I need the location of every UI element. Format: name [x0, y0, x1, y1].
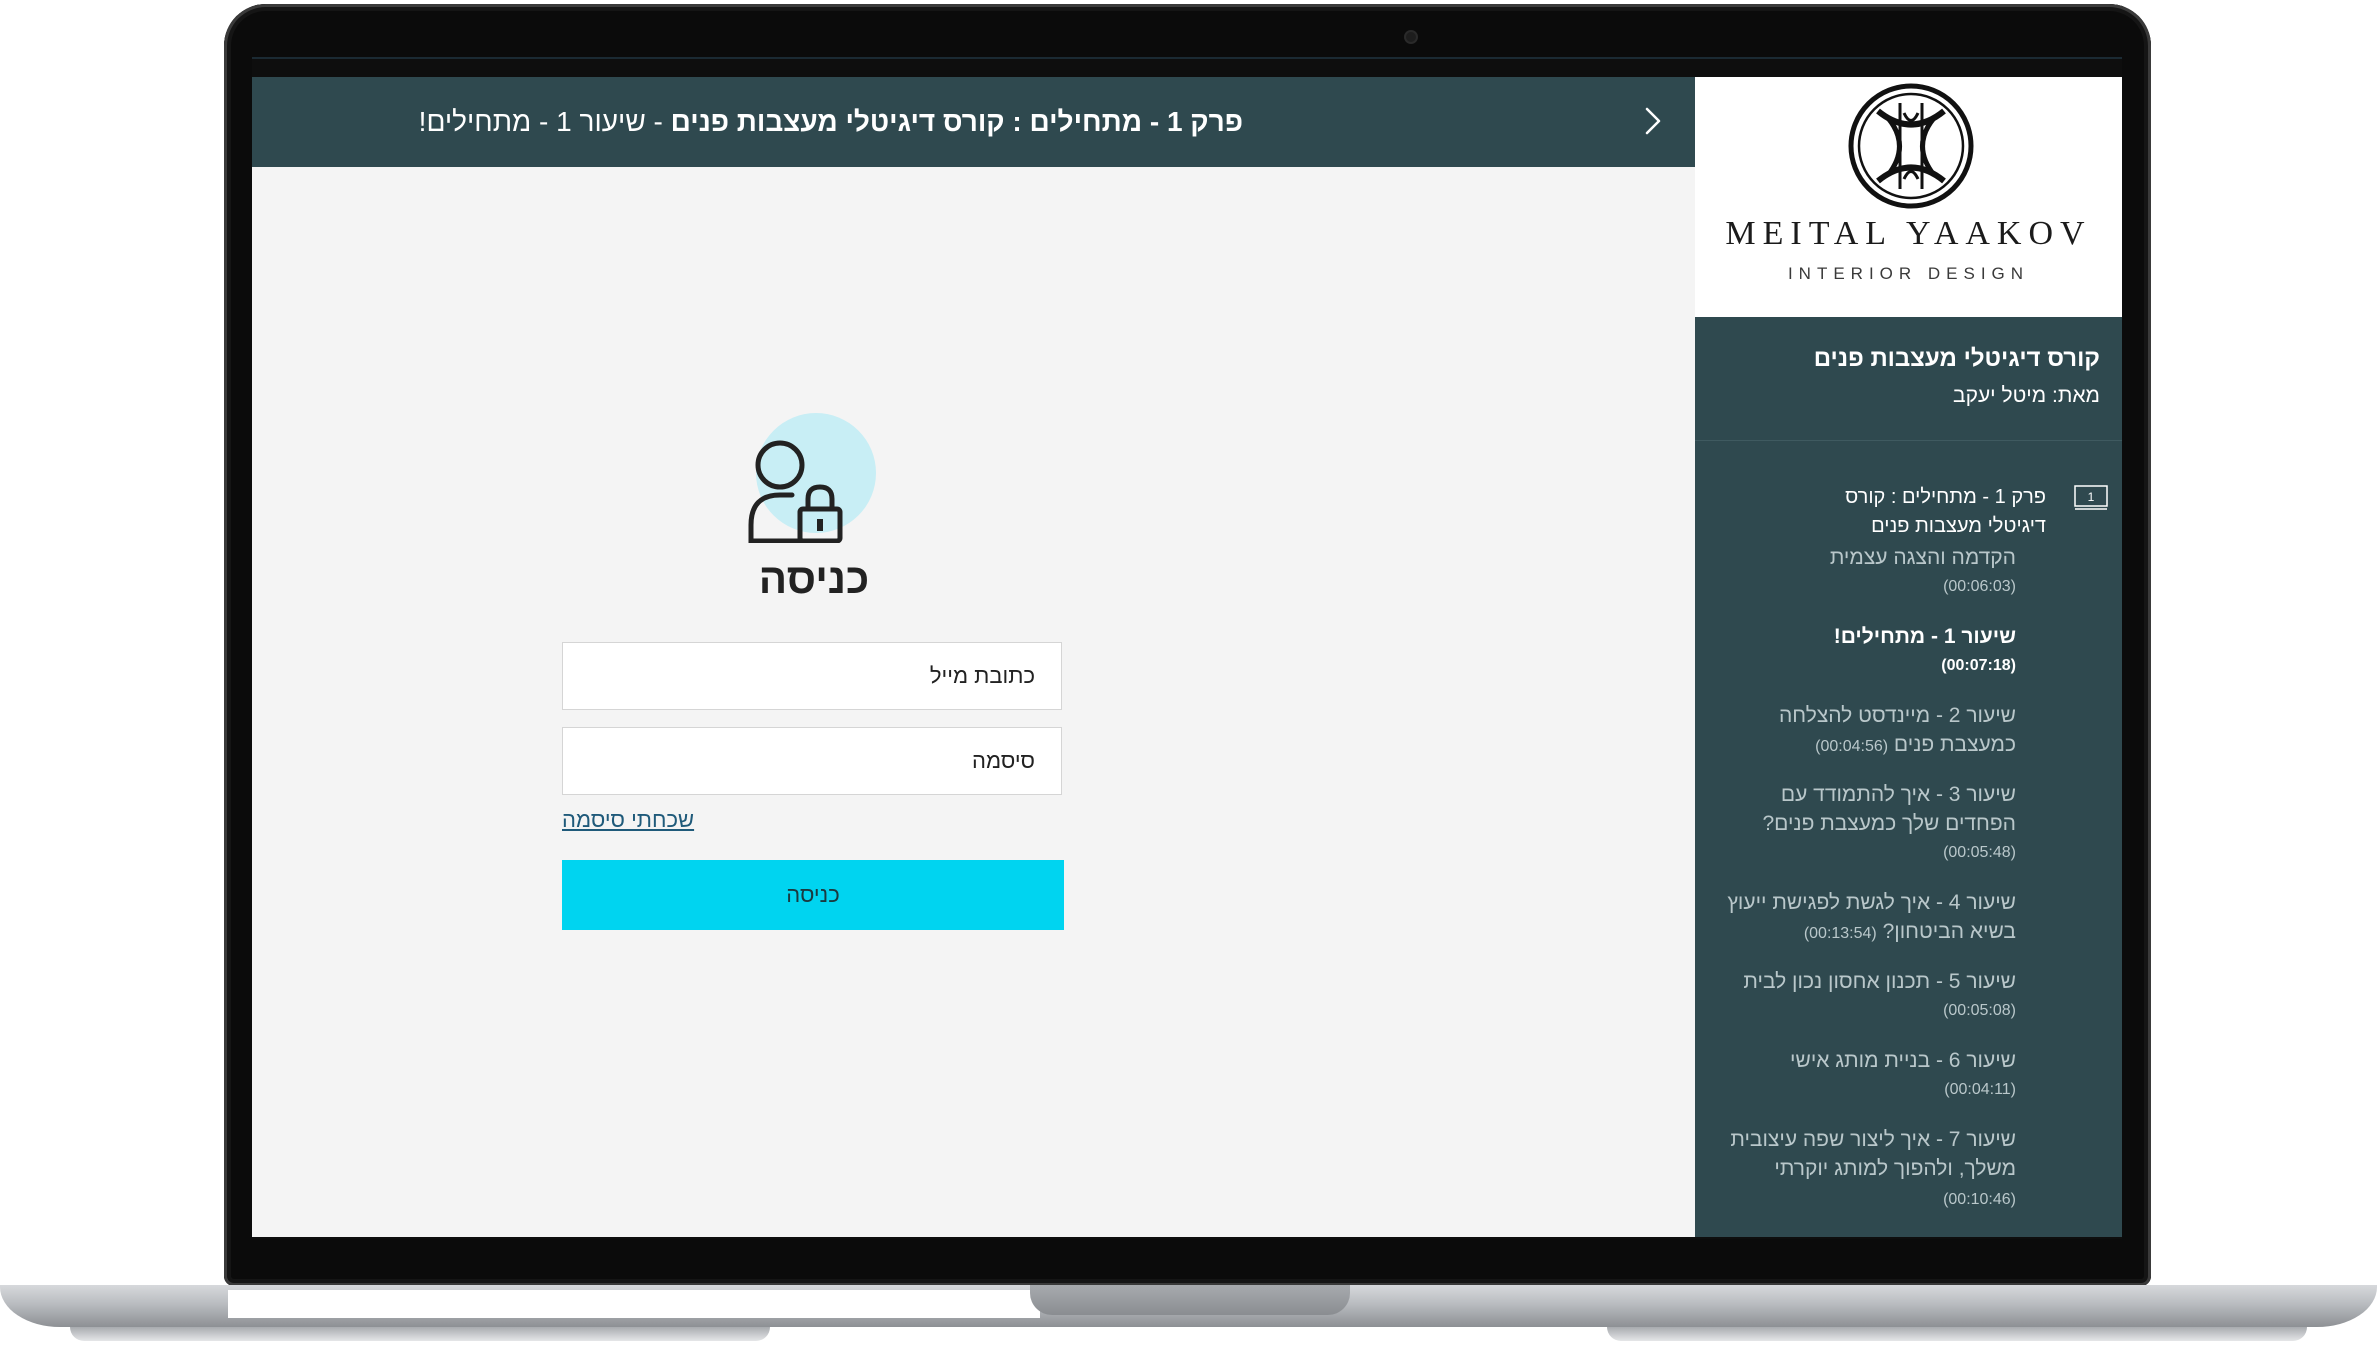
monitor-icon: 1 [2074, 485, 2108, 511]
login-button[interactable]: כניסה [562, 860, 1064, 930]
lesson-title-lesson: - שיעור 1 - מתחילים! [418, 106, 671, 137]
chapter-number: 1 [2088, 490, 2095, 504]
lesson-header: פרק 1 - מתחילים : קורס דיגיטלי מעצבות פנ… [252, 77, 1695, 167]
lesson-duration: (00:07:18) [1941, 657, 2016, 674]
lesson-title: שיעור 1 - מתחילים! [1833, 625, 2016, 648]
lesson-item[interactable]: שיעור 5 - תכנון אחסון נכון לבית (00:05:0… [1726, 967, 2016, 1025]
lesson-duration: (00:04:11) [1944, 1081, 2016, 1098]
laptop-base-highlight [228, 1290, 1040, 1318]
lesson-title: שיעור 6 - בניית מותג אישי [1790, 1049, 2016, 1072]
user-lock-icon [748, 413, 878, 546]
lesson-item[interactable]: שיעור 6 - בניית מותג אישי (00:04:11) [1726, 1046, 2016, 1104]
lesson-duration: (00:05:08) [1943, 1002, 2016, 1019]
lesson-item[interactable]: שיעור 7 - איך ליצור שפה עיצובית משלך, ול… [1726, 1125, 2016, 1214]
login-heading: כניסה [758, 555, 870, 602]
lesson-duration: (00:05:48) [1943, 844, 2016, 861]
lesson-duration: (00:13:54) [1803, 925, 1877, 942]
lesson-title-chapter: פרק 1 - מתחילים : קורס דיגיטלי מעצבות פנ… [670, 106, 1243, 137]
brand-subtitle: INTERIOR DESIGN [1787, 264, 2030, 283]
screen: פרק 1 - מתחילים : קורס דיגיטלי מעצבות פנ… [252, 57, 2122, 1239]
sidebar-divider [1695, 440, 2122, 441]
lesson-title: שיעור 3 - איך להתמודד עם הפחדים שלך כמעצ… [1762, 783, 2016, 835]
chevron-right-icon[interactable] [1633, 101, 1673, 141]
laptop-foot-right [1607, 1327, 2307, 1341]
lesson-item[interactable]: שיעור 3 - איך להתמודד עם הפחדים שלך כמעצ… [1726, 780, 2016, 867]
lesson-item[interactable]: הקדמה והצגה עצמית (00:06:03) [1726, 543, 2016, 601]
lesson-title: שיעור 4 - איך לגשת לפגישת ייעוץ בשיא הבי… [1727, 891, 2016, 943]
lesson-item-active[interactable]: שיעור 1 - מתחילים! (00:07:18) [1726, 622, 2016, 680]
lesson-title: הקדמה והצגה עצמית [1829, 546, 2016, 569]
lesson-item[interactable]: שיעור 4 - איך לגשת לפגישת ייעוץ בשיא הבי… [1726, 888, 2016, 948]
screen-topline [252, 57, 2122, 59]
main-content: פרק 1 - מתחילים : קורס דיגיטלי מעצבות פנ… [252, 77, 1695, 1237]
laptop-notch [1030, 1285, 1350, 1315]
lesson-item[interactable]: שיעור 2 - מיינדסט להצלחה כמעצבת פנים (00… [1726, 701, 2016, 761]
email-field[interactable] [562, 642, 1062, 710]
lesson-title: פרק 1 - מתחילים : קורס דיגיטלי מעצבות פנ… [419, 99, 1243, 145]
brand-name: MEITAL YAAKOV [1725, 215, 2092, 252]
lesson-duration: (00:06:03) [1943, 578, 2016, 595]
lesson-duration: (00:04:56) [1815, 738, 1889, 755]
password-field[interactable] [562, 727, 1062, 795]
course-author: מאת: מיטל יעקב [1953, 384, 2100, 407]
lesson-title: שיעור 2 - מיינדסט להצלחה כמעצבת פנים (00… [1779, 704, 2016, 756]
lesson-duration: (00:10:46) [1943, 1191, 2016, 1208]
lesson-title: שיעור 7 - איך ליצור שפה עיצובית משלך, ול… [1730, 1128, 2016, 1208]
chapter-title[interactable]: פרק 1 - מתחילים : קורס דיגיטלי מעצבות פנ… [1786, 483, 2046, 541]
brand-box: MEITAL YAAKOV INTERIOR DESIGN [1695, 77, 2122, 317]
camera [1406, 32, 1416, 42]
monogram-logo [1848, 83, 1974, 209]
app: פרק 1 - מתחילים : קורס דיגיטלי מעצבות פנ… [252, 77, 2122, 1237]
course-title: קורס דיגיטלי מעצבות פנים [1813, 345, 2100, 372]
lesson-title: שיעור 5 - תכנון אחסון נכון לבית [1743, 970, 2016, 993]
laptop-foot-left [70, 1327, 770, 1341]
sidebar: MEITAL YAAKOV INTERIOR DESIGN קורס דיגיט… [1695, 77, 2122, 1237]
forgot-password-link[interactable]: שכחתי סיסמה [562, 807, 694, 833]
